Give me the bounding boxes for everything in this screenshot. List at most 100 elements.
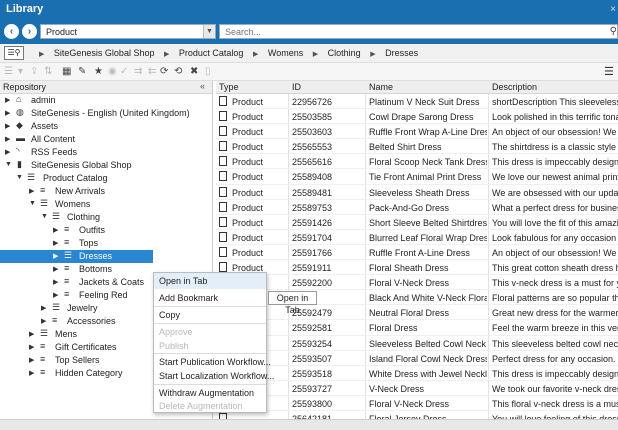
table-row[interactable]: Product 25591766 Ruffle Front A-Line Dress… (216, 245, 618, 261)
tree-item-product-catalog[interactable]: ▼ ☰ Product Catalog (0, 172, 212, 185)
split-icon[interactable]: ▯ (205, 66, 211, 77)
table-row[interactable]: Product 25591704 Blurred Leaf Floral Wrap … (216, 230, 618, 245)
breadcrumb-item[interactable]: Dresses (385, 48, 418, 58)
expand-icon[interactable]: ▶ (53, 226, 58, 234)
expand-icon[interactable]: ▶ (53, 239, 58, 247)
expand-icon[interactable]: ▶ (29, 187, 34, 195)
breadcrumb-item[interactable]: Product Catalog (179, 48, 244, 58)
table-row[interactable]: Product 25565616 Floral Scoop Neck Tank Dr… (216, 154, 618, 170)
table-row[interactable]: Product 25503585 Cowl Drape Sarong Dress Lo… (216, 109, 618, 125)
product-icon (219, 111, 227, 122)
expand-icon[interactable]: ▶ (53, 291, 58, 299)
table-row[interactable]: Product 25589481 Sleeveless Sheath Dress We… (216, 185, 618, 200)
expand-icon[interactable]: ▶ (53, 252, 58, 260)
column-header-description[interactable]: Description (492, 82, 537, 92)
collapse-arrow-icon[interactable]: ▼ (16, 174, 23, 181)
search-icon[interactable]: ⚲ (610, 26, 617, 37)
expand-icon[interactable]: ▶ (5, 135, 10, 143)
approve-icon[interactable]: ✓ (120, 66, 128, 77)
table-row[interactable]: Product 25503603 Ruffle Front Wrap A-Line … (216, 124, 618, 140)
upload-icon[interactable]: ⇪ (30, 66, 38, 77)
tree-item-assets[interactable]: ▶ ◆ Assets (0, 120, 212, 133)
search-field[interactable]: ⚲ (219, 24, 618, 39)
tree-item-all-content[interactable]: ▶ ▬ All Content (0, 133, 212, 146)
search-input[interactable] (220, 25, 600, 38)
tree-item-admin[interactable]: ▶ ⌂ admin (0, 94, 212, 107)
expand-icon[interactable]: ▶ (5, 122, 10, 130)
table-row[interactable]: 25593507 Island Floral Cowl Neck Dress Per… (216, 351, 618, 366)
tree-item-womens[interactable]: ▼ ☰ Womens (0, 198, 212, 211)
expand-icon[interactable]: ▶ (5, 96, 10, 104)
expand-icon[interactable]: ▶ (41, 304, 46, 312)
menu-item-open-in-tab[interactable]: Open in Tab (159, 276, 207, 286)
collapse-arrow-icon[interactable]: ▼ (29, 200, 36, 207)
close-icon[interactable]: × (610, 4, 616, 15)
table-row[interactable]: 25593800 Floral V-Neck Dress This floral v… (216, 396, 618, 411)
tree-item-rss-feeds[interactable]: ▶ ◝ RSS Feeds (0, 146, 212, 159)
table-row[interactable]: 25593254 Sleeveless Belted Cowl Neck Dr..… (216, 336, 618, 351)
tree-item-clothing[interactable]: ▼ ☰ Clothing (0, 211, 212, 224)
expand-icon[interactable]: ▶ (5, 109, 10, 117)
table-row[interactable]: 25592200 Floral V-Neck Dress This v-neck d… (216, 275, 618, 291)
tree-item-global-shop[interactable]: ▼ ▮ SiteGenesis Global Shop (0, 159, 212, 172)
menu-item-copy[interactable]: Copy (159, 310, 180, 320)
tree-item-tops[interactable]: ▶ ≡ Tops (0, 237, 212, 250)
expand-icon[interactable]: ▶ (29, 369, 34, 377)
collapse-arrow-icon[interactable]: ▼ (41, 213, 48, 220)
expand-icon[interactable]: ▶ (29, 343, 34, 351)
menu-item-start-publication-workflow[interactable]: Start Publication Workflow... (159, 357, 271, 367)
tree-item-new-arrivals[interactable]: ▶ ≡ New Arrivals (0, 185, 212, 198)
new-icon[interactable]: ☰ (4, 66, 13, 77)
table-row[interactable]: 25592581 Floral Dress Feel the warm breeze… (216, 320, 618, 336)
table-row[interactable]: Product 22956726 Platinum V Neck Suit Dres… (216, 94, 618, 110)
sync-icon[interactable]: ⟳ (160, 66, 168, 77)
table-row[interactable]: 25592479 Neutral Floral Dress Great new dr… (216, 305, 618, 321)
chevron-down-icon[interactable]: ▼ (203, 25, 215, 38)
breadcrumb-item[interactable]: SiteGenesis Global Shop (54, 48, 155, 58)
collapse-icon[interactable]: « (200, 81, 205, 91)
expand-icon[interactable]: ▶ (53, 265, 58, 273)
table-row[interactable]: 25593518 White Dress with Jewel Neckline T… (216, 366, 618, 381)
edit-icon[interactable]: ✎ (78, 66, 86, 77)
tree-item-sitegenesis-uk[interactable]: ▶ ◍ SiteGenesis - English (United Kingdom) (0, 107, 212, 120)
column-header-id[interactable]: ID (292, 82, 301, 92)
table-row[interactable]: Product 25591426 Short Sleeve Belted Shirt… (216, 215, 618, 230)
table-row[interactable]: Product 25591911 Floral Sheath Dress This g… (216, 260, 618, 276)
unpublish-icon[interactable]: ⇇ (148, 66, 156, 77)
tree-item-dresses[interactable]: ▶ ☰ Dresses (0, 250, 153, 263)
sort-icon[interactable]: ⇅ (44, 66, 52, 77)
table-row[interactable]: 25593727 V-Neck Dress We took our favorite… (216, 381, 618, 396)
breadcrumb-item[interactable]: Clothing (328, 48, 361, 58)
publish-icon[interactable]: ⇉ (134, 66, 142, 77)
bookmark-star-icon[interactable]: ★ (94, 66, 103, 77)
menu-item-start-localization-workflow[interactable]: Start Localization Workflow... (159, 371, 274, 381)
expand-icon[interactable]: ▶ (5, 148, 10, 156)
back-icon[interactable]: ‹ (4, 24, 19, 39)
table-row[interactable]: Product 25565553 Belted Shirt Dress The shi… (216, 139, 618, 155)
tree-item-outfits[interactable]: ▶ ≡ Outfits (0, 224, 212, 237)
expand-icon[interactable]: ▶ (53, 278, 58, 286)
name-cell: Floral Scoop Neck Tank Dress (369, 157, 487, 168)
menu-item-add-bookmark[interactable]: Add Bookmark (159, 293, 218, 303)
table-row[interactable]: Product 25589753 Pack-And-Go Dress What a p… (216, 200, 618, 215)
column-header-name[interactable]: Name (369, 82, 393, 92)
collapse-arrow-icon[interactable]: ▼ (5, 161, 12, 168)
new-dropdown-icon[interactable]: ▾ (18, 66, 23, 77)
tree-item-label: SiteGenesis - English (United Kingdom) (31, 108, 190, 118)
expand-icon[interactable]: ▶ (29, 356, 34, 364)
expand-icon[interactable]: ▶ (41, 317, 46, 325)
sync-all-icon[interactable]: ⟲ (174, 66, 182, 77)
forward-icon[interactable]: › (22, 24, 37, 39)
tree-search-icon[interactable]: ☰⚲ (4, 46, 24, 60)
column-header-type[interactable]: Type (219, 82, 239, 92)
type-select[interactable]: Product ▼ (40, 24, 216, 39)
grid-view-icon[interactable]: ▦ (62, 66, 71, 77)
breadcrumb-item[interactable]: Womens (268, 48, 303, 58)
table-row[interactable]: Product 25589408 Tie Front Animal Print Dr… (216, 169, 618, 185)
preview-icon[interactable]: ◉ (108, 66, 117, 77)
menu-item-withdraw-augmentation[interactable]: Withdraw Augmentation (159, 388, 254, 398)
table-row[interactable]: 25642181 Floral Jersey Dress You will love… (216, 411, 618, 419)
view-mode-icon[interactable]: ☰ (604, 65, 618, 78)
delete-icon[interactable]: ✖ (190, 66, 198, 77)
expand-icon[interactable]: ▶ (29, 330, 34, 338)
